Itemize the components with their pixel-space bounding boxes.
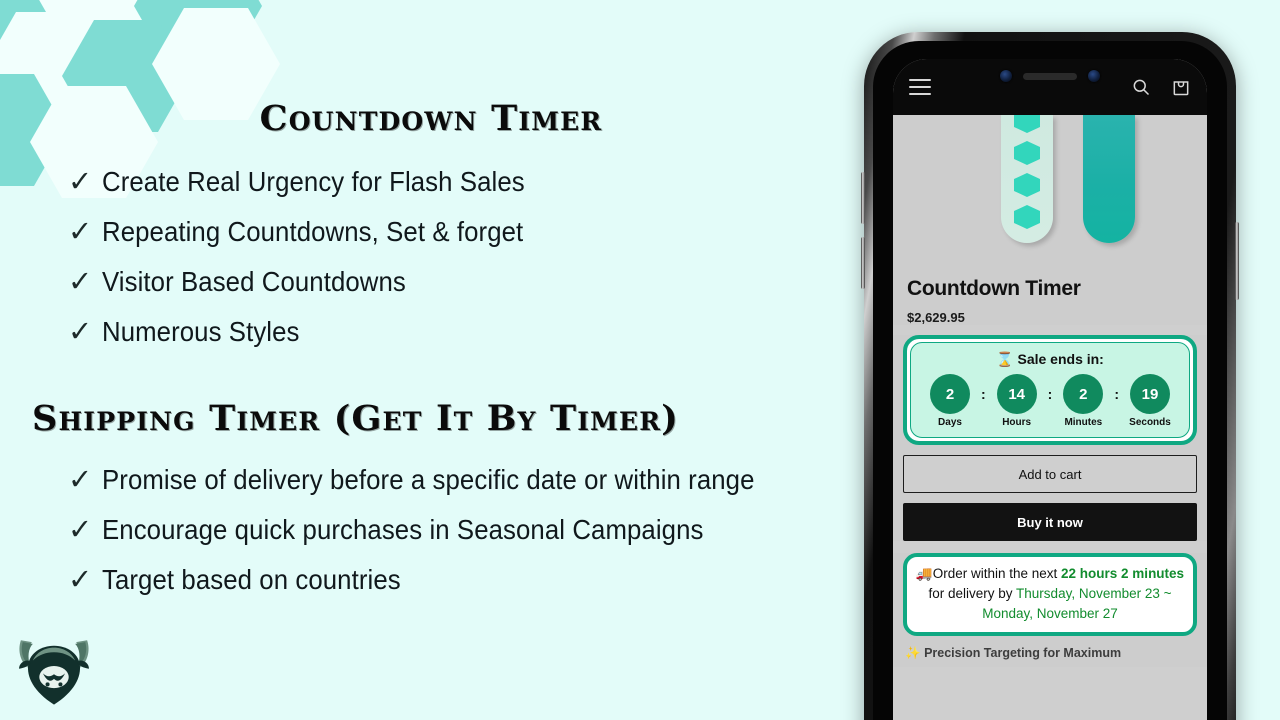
add-to-cart-button[interactable]: Add to cart [903, 455, 1197, 493]
product-price: $2,629.95 [907, 310, 965, 325]
check-icon: ✓ [68, 264, 93, 298]
list-item-label: Promise of delivery before a specific da… [102, 464, 755, 495]
countdown-unit-hours: 14 Hours [989, 374, 1045, 428]
countdown-heading: ⌛ Sale ends in: [917, 351, 1183, 368]
product-board-teal [1083, 115, 1135, 243]
list-item: ✓ Create Real Urgency for Flash Sales [68, 166, 561, 216]
shipping-message-area: 🚚Order within the next 22 hours 2 minute… [893, 553, 1207, 667]
hexagon-icon [1014, 115, 1040, 133]
check-icon: ✓ [68, 562, 93, 596]
list-item-label: Numerous Styles [102, 316, 300, 347]
product-info: Countdown Timer $2,629.95 [893, 265, 1207, 325]
store-header [893, 59, 1207, 115]
phone-mockup: Countdown Timer $2,629.95 ⌛ Sale ends in… [861, 32, 1239, 720]
countdown-feature-list: ✓ Create Real Urgency for Flash Sales ✓ … [68, 166, 561, 366]
countdown-label: Hours [1002, 417, 1032, 428]
purchase-actions: Add to cart Buy it now [893, 445, 1207, 541]
countdown-label: Seconds [1129, 417, 1171, 428]
check-icon: ✓ [68, 164, 93, 198]
countdown-timer-widget: ⌛ Sale ends in: 2 Days : 14 Hours: 2 Mi… [903, 335, 1197, 445]
list-item: ✓ Encourage quick purchases in Seasonal … [68, 514, 811, 564]
countdown-inner: ⌛ Sale ends in: 2 Days : 14 Hours: 2 Mi… [910, 342, 1190, 438]
countdown-separator: : [980, 386, 986, 402]
precision-note: ✨ Precision Targeting for Maximum [905, 645, 1195, 667]
countdown-value: 19 [1130, 374, 1170, 414]
buy-it-now-button[interactable]: Buy it now [903, 503, 1197, 541]
countdown-separator: : [1114, 386, 1119, 402]
section-title: Shipping Timer (Get It By Timer) [32, 398, 679, 439]
camera-icon [1088, 70, 1100, 82]
shipping-timer-message: 🚚Order within the next 22 hours 2 minute… [903, 553, 1197, 636]
page-title: Countdown Timer [259, 98, 603, 139]
countdown-label: Minutes [1064, 417, 1103, 428]
countdown-value: 2 [1063, 374, 1104, 414]
list-item-label: Repeating Countdowns, Set & forget [102, 216, 524, 247]
volume-up-button[interactable] [861, 172, 865, 224]
hamburger-icon[interactable] [909, 79, 931, 95]
shipping-duration: 22 hours 2 minutes [1061, 566, 1185, 581]
countdown-units: 2 Days : 14 Hours : 2 Minutes: 19 Secon… [917, 374, 1183, 428]
camera-icon [1000, 70, 1012, 82]
hexagon-icon [1014, 205, 1040, 229]
countdown-label: Days [938, 417, 962, 428]
earpiece-speaker [1023, 72, 1077, 80]
product-image [893, 115, 1207, 265]
check-icon: ✓ [68, 314, 93, 348]
countdown-unit-days: 2 Days [922, 374, 978, 428]
list-item-label: Visitor Based Countdowns [102, 266, 406, 297]
countdown-value: 2 [929, 374, 970, 414]
hexagon-icon [1014, 141, 1040, 165]
truck-icon: 🚚 [915, 566, 933, 581]
shipping-middle: for delivery by [928, 585, 1017, 601]
countdown-unit-minutes: 2 Minutes [1055, 374, 1111, 428]
shopping-bag-icon[interactable] [1171, 77, 1191, 97]
shipping-prefix: Order within the next [932, 566, 1062, 581]
product-board-light [1001, 115, 1053, 243]
list-item: ✓ Target based on countries [68, 564, 811, 614]
product-title: Countdown Timer [907, 277, 1081, 300]
content-column: Countdown Timer ✓ Create Real Urgency fo… [0, 0, 862, 720]
header-actions [1131, 77, 1191, 97]
shipping-feature-list: ✓ Promise of delivery before a specific … [68, 464, 811, 614]
phone-screen: Countdown Timer $2,629.95 ⌛ Sale ends in… [893, 59, 1207, 720]
countdown-widget-area: ⌛ Sale ends in: 2 Days : 14 Hours: 2 Mi… [893, 335, 1207, 445]
search-icon[interactable] [1131, 77, 1151, 97]
list-item-label: Create Real Urgency for Flash Sales [102, 166, 525, 197]
list-item: ✓ Promise of delivery before a specific … [68, 464, 811, 514]
list-item-label: Target based on countries [102, 564, 401, 595]
check-icon: ✓ [68, 214, 93, 248]
check-icon: ✓ [68, 512, 93, 546]
list-item: ✓ Numerous Styles [68, 316, 561, 366]
countdown-heading-label: Sale ends in: [1017, 351, 1104, 367]
power-button[interactable] [1235, 222, 1239, 300]
hexagon-icon [1014, 173, 1040, 197]
list-item: ✓ Visitor Based Countdowns [68, 266, 561, 316]
list-item: ✓ Repeating Countdowns, Set & forget [68, 216, 561, 266]
list-item-label: Encourage quick purchases in Seasonal Ca… [102, 514, 704, 545]
countdown-unit-seconds: 19 Seconds [1122, 374, 1178, 428]
countdown-separator: : [1047, 386, 1053, 402]
countdown-value: 14 [996, 374, 1037, 414]
hourglass-icon: ⌛ [996, 351, 1014, 367]
slide-canvas: Countdown Timer ✓ Create Real Urgency fo… [0, 0, 1280, 720]
sparkles-icon: ✨ [905, 645, 921, 660]
check-icon: ✓ [68, 462, 93, 496]
bull-mascot-logo [8, 620, 100, 712]
precision-note-label: Precision Targeting for Maximum [924, 645, 1122, 660]
phone-bezel: Countdown Timer $2,629.95 ⌛ Sale ends in… [873, 41, 1227, 720]
volume-down-button[interactable] [861, 237, 865, 289]
